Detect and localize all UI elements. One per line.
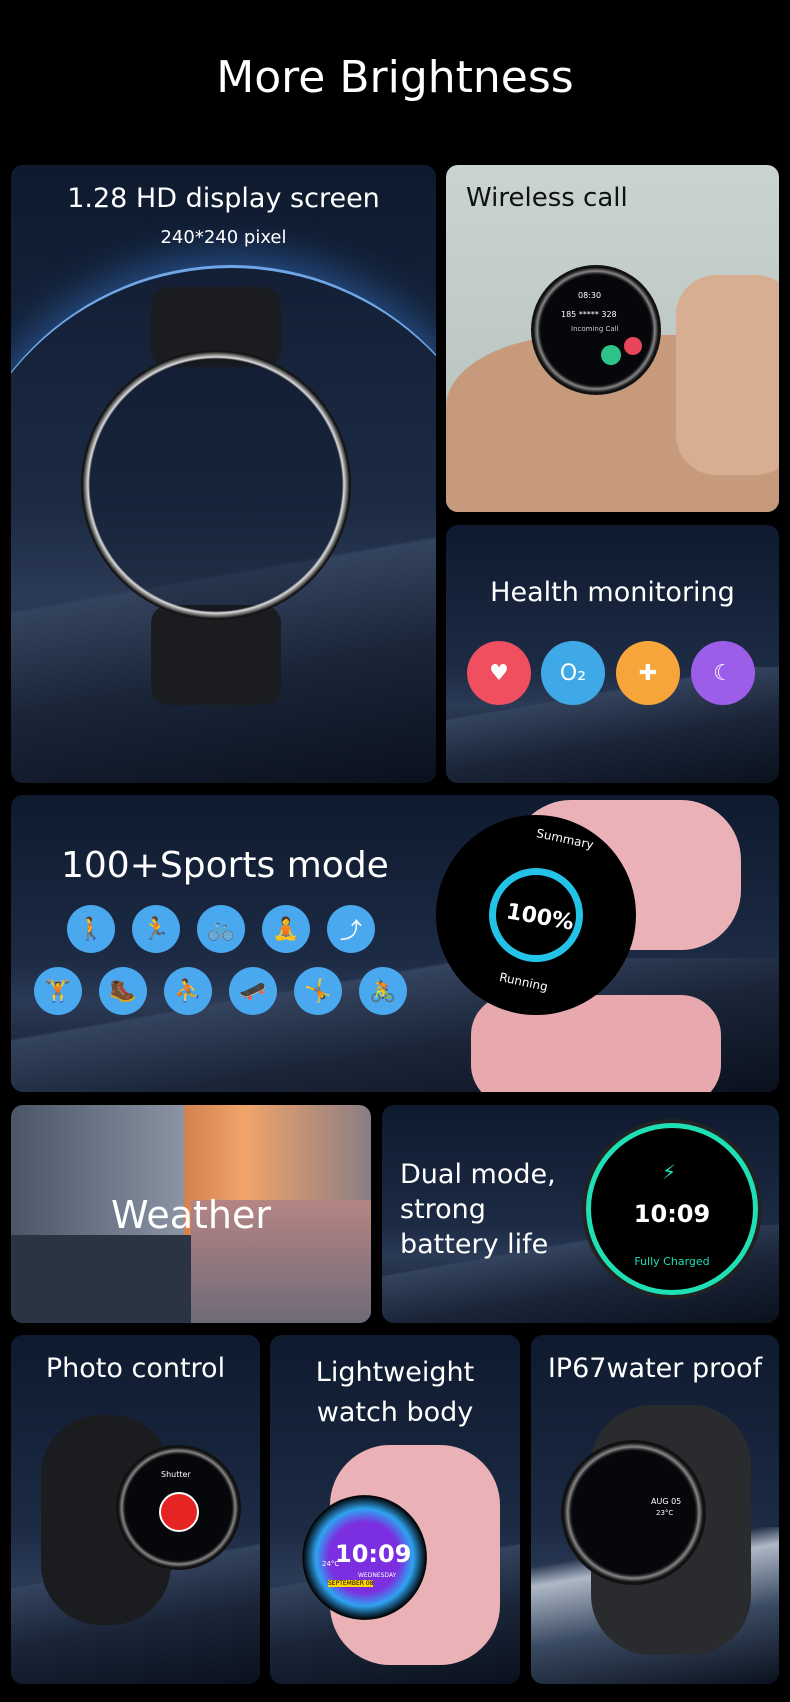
sport-icon-yoga: 🧘 [262,905,310,953]
shutter-label: Shutter [161,1470,191,1479]
light-time: 10:09 [335,1540,412,1568]
sport-icon-running: 🏃 [132,905,180,953]
light-title-line: Lightweight [315,1357,475,1388]
sport-icon-hiking: 🥾 [99,967,147,1015]
decline-icon [624,337,642,355]
answer-icon [601,345,621,365]
blood-pressure-icon: ✚ [616,641,680,705]
sports-panel: 100+Sports mode 🚶 🏃 🚲 🧘 ⤴ 🏋 🥾 ⛹ 🛹 🤸 🚴 Su… [11,795,779,1092]
display-subtitle: 240*240 pixel [160,227,287,248]
sport-icon-stretching: 🤸 [294,967,342,1015]
wireless-call-panel: Wireless call 08:30 185 ***** 328 Incomi… [446,165,779,512]
watch-display [81,350,351,620]
lightweight-panel: Lightweight watch body 10:09 WEDNESDAY S… [270,1335,520,1684]
sport-icon-jump-rope: ⤴ [327,905,375,953]
page-title: More Brightness [216,52,574,103]
battery-title-line: battery life [400,1229,549,1260]
watch-water [561,1440,706,1585]
shutter-button [159,1492,199,1532]
light-date: SEPTEMBER 08 [328,1580,374,1587]
blood-oxygen-icon: O₂ [541,641,605,705]
light-title-line: watch body [316,1397,474,1428]
photo-title: Photo control [45,1353,226,1384]
battery-title-line: strong [400,1194,486,1225]
light-temp: 24°C [322,1560,340,1568]
sport-icon-walking: 🚶 [67,905,115,953]
weather-panel: Weather [11,1105,371,1323]
sport-icon-cycling: 🚲 [197,905,245,953]
sport-icon-basketball: ⛹ [164,967,212,1015]
battery-title: Dual mode, strong battery life [400,1157,556,1262]
call-number: 185 ***** 328 [561,310,617,319]
weather-title: Weather [111,1193,271,1237]
water-panel: IP67water proof AUG 05 23°C [531,1335,779,1684]
display-panel: 1.28 HD display screen 240*240 pixel [11,165,436,783]
battery-time: 10:09 [633,1200,711,1228]
call-time: 08:30 [578,291,602,300]
sport-icon-elliptical: 🚴 [359,967,407,1015]
battery-status: Fully Charged [634,1255,710,1268]
sport-icon-skateboarding: 🛹 [229,967,277,1015]
health-title: Health monitoring [490,577,735,608]
battery-panel: Dual mode, strong battery life ⚡ 10:09 F… [382,1105,779,1323]
battery-title-line: Dual mode, [400,1159,556,1190]
water-date: AUG 05 [651,1497,682,1506]
sport-icon-weightlifting: 🏋 [34,967,82,1015]
water-title: IP67water proof [547,1353,763,1384]
light-title: Lightweight watch body [270,1353,520,1433]
sleep-icon: ☾ [691,641,755,705]
heart-rate-icon: ♥ [467,641,531,705]
lightning-icon: ⚡ [662,1160,677,1184]
photo-panel: Photo control Shutter [11,1335,260,1684]
light-day: WEDNESDAY [358,1572,397,1579]
display-title: 1.28 HD display screen [67,183,380,214]
health-panel: Health monitoring ♥ O₂ ✚ ☾ [446,525,779,783]
sports-title: 100+Sports mode [61,845,389,886]
wireless-call-title: Wireless call [466,183,628,213]
water-temp: 23°C [656,1509,674,1517]
call-status: Incoming Call [571,325,619,333]
